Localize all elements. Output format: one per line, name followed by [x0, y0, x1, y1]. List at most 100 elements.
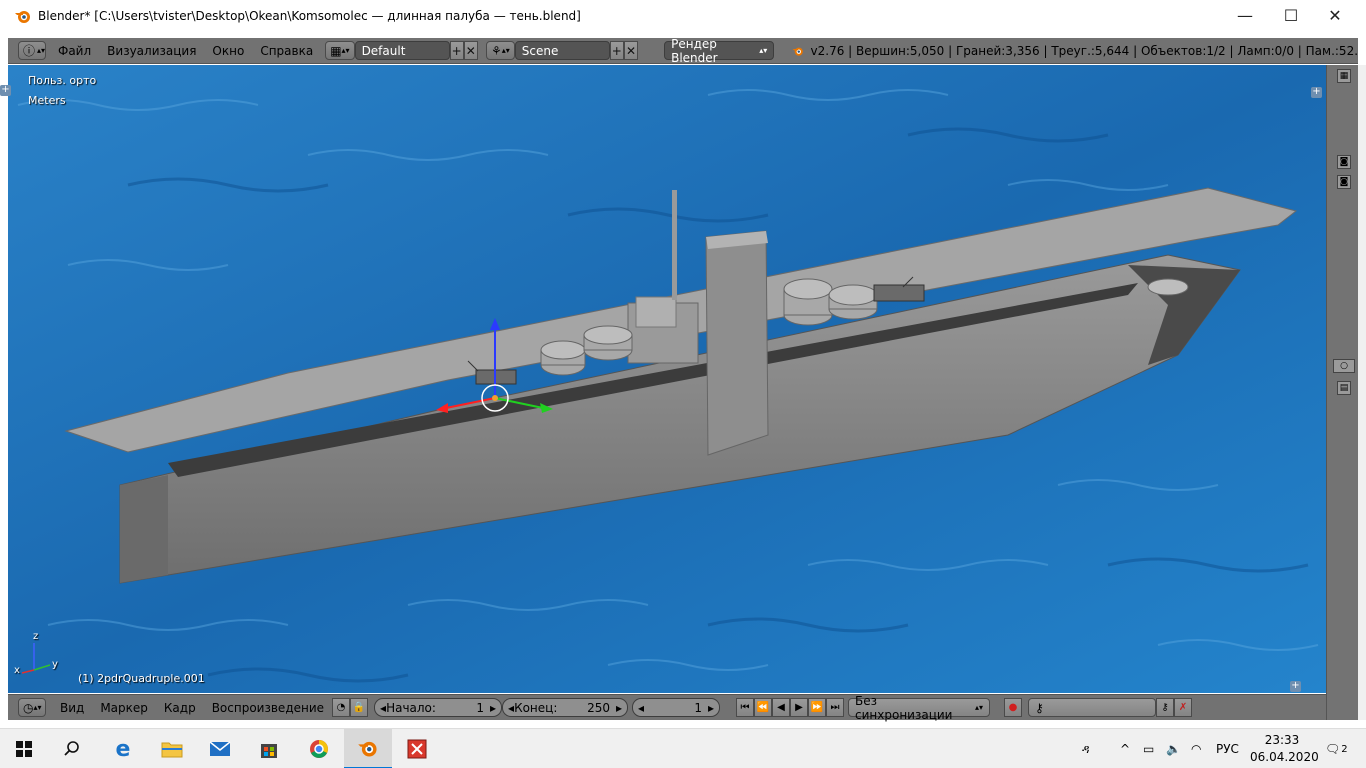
search-button[interactable] — [48, 729, 96, 768]
start-frame-label: Начало: — [386, 700, 436, 715]
preview-range-button[interactable]: ◔ — [332, 698, 351, 717]
menu-render[interactable]: Визуализация — [107, 44, 196, 58]
scene-stats: v2.76 | Вершин:5,050 | Граней:3,356 | Тр… — [810, 43, 1359, 58]
yandex-browser-taskbar-button[interactable] — [295, 729, 343, 768]
current-frame-field[interactable]: ◂ 1 ▸ — [632, 698, 721, 717]
prev-keyframe-icon: ⏪ — [756, 702, 770, 713]
slider-handle[interactable]: ○ — [1333, 359, 1355, 373]
volume-icon[interactable]: 🔈 — [1166, 729, 1181, 768]
folder-icon — [161, 742, 183, 758]
info-icon: ⓘ — [23, 44, 36, 58]
chevron-left-icon: ◂ — [638, 700, 645, 715]
remove-layout-button[interactable]: ✕ — [463, 41, 478, 60]
minimize-button[interactable]: — — [1222, 0, 1268, 31]
timeline-menu-marker[interactable]: Маркер — [100, 701, 148, 715]
close-icon: ✕ — [625, 43, 637, 58]
right-side-panel: ▦ ◙ ◙ ○ ▤ — [1326, 65, 1358, 720]
windows-taskbar: e ዳ ^ ▭ 🔈 ◠ РУС 23:33 06.04.2020 🗨 2 — [0, 728, 1366, 768]
jump-start-button[interactable]: ⏮ — [736, 698, 755, 717]
next-keyframe-button[interactable]: ⏩ — [808, 698, 827, 717]
layout-grid-icon: ▦ — [330, 43, 342, 58]
screen-layout-selector[interactable]: ▦ ▴▾ — [325, 41, 355, 60]
store-taskbar-button[interactable] — [245, 729, 293, 768]
properties-editor-button[interactable]: ▤ — [1337, 381, 1351, 395]
end-frame-field[interactable]: ◂ Конец: 250 ▸ — [502, 698, 629, 717]
keying-set-field[interactable]: ⚷ — [1028, 698, 1157, 717]
clock-date: 06.04.2020 — [1250, 750, 1319, 764]
explorer-taskbar-button[interactable] — [148, 729, 196, 768]
delete-keyframe-button[interactable]: ✗ — [1174, 698, 1193, 717]
people-icon[interactable]: ዳ — [1082, 729, 1090, 768]
language-indicator[interactable]: РУС — [1216, 729, 1239, 768]
start-button[interactable] — [0, 729, 48, 768]
record-icon: ● — [1008, 702, 1018, 713]
editor-type-button[interactable]: ⓘ ▴▾ — [18, 41, 46, 60]
plus-icon: + — [451, 43, 462, 58]
timeline-menu-playback[interactable]: Воспроизведение — [212, 701, 324, 715]
tool-shelf-toggle-button[interactable]: + — [1290, 681, 1301, 692]
axis-z-label: z — [33, 631, 39, 642]
battery-icon[interactable]: ▭ — [1143, 729, 1154, 768]
end-frame-value: 250 — [587, 700, 610, 715]
chevron-updown-icon: ▴▾ — [341, 46, 350, 55]
remove-scene-button[interactable]: ✕ — [623, 41, 639, 60]
jump-end-button[interactable]: ⏭ — [826, 698, 845, 717]
timeline-editor-type-button[interactable]: ◷ ▴▾ — [18, 698, 46, 717]
blender-logo-icon — [15, 10, 30, 23]
start-frame-value: 1 — [476, 700, 484, 715]
timeline-menu-view[interactable]: Вид — [60, 701, 84, 715]
timeline-header: ◷ ▴▾ Вид Маркер Кадр Воспроизведение ◔ 🔒 … — [8, 694, 1326, 722]
image-editor-taskbar-button[interactable] — [393, 729, 441, 768]
close-button[interactable]: ✕ — [1312, 0, 1358, 31]
mail-taskbar-button[interactable] — [196, 729, 244, 768]
timeline-menu-frame[interactable]: Кадр — [164, 701, 196, 715]
windows-logo-icon — [16, 741, 32, 757]
jump-end-icon: ⏭ — [830, 702, 840, 713]
chevron-right-icon: ▸ — [708, 700, 715, 715]
key-icon: ⚷ — [1035, 700, 1044, 715]
camera-icon[interactable]: ◙ — [1337, 155, 1351, 169]
play-button[interactable]: ▶ — [790, 698, 809, 717]
notification-center-button[interactable]: 🗨 2 — [1325, 729, 1348, 768]
chevron-updown-icon: ▴▾ — [501, 46, 510, 55]
add-layout-button[interactable]: + — [449, 41, 464, 60]
render-engine-value: Рендер Blender — [671, 36, 718, 65]
notification-icon: 🗨 — [1325, 742, 1341, 756]
scene-selector[interactable]: ⚘ ▴▾ — [485, 41, 515, 60]
play-reverse-button[interactable]: ◀ — [772, 698, 791, 717]
maximize-button[interactable]: ☐ — [1268, 0, 1314, 31]
tray-expand-icon[interactable]: ^ — [1120, 729, 1130, 768]
menu-window[interactable]: Окно — [212, 44, 244, 58]
scene-icon: ⚘ — [490, 43, 502, 58]
key-insert-icon: ⚷ — [1161, 702, 1169, 713]
toolbar-toggle-button[interactable]: + — [0, 85, 11, 96]
plus-icon: + — [611, 43, 622, 58]
start-frame-field[interactable]: ◂ Начало: 1 ▸ — [374, 698, 503, 717]
blender-taskbar-button[interactable] — [344, 729, 392, 768]
outliner-toggle-button[interactable]: ▦ — [1337, 69, 1351, 83]
menu-help[interactable]: Справка — [260, 44, 313, 58]
scene-name-field[interactable]: Scene — [514, 41, 610, 60]
prev-keyframe-button[interactable]: ⏪ — [754, 698, 773, 717]
edge-taskbar-button[interactable]: e — [99, 729, 147, 768]
next-keyframe-icon: ⏩ — [810, 702, 824, 713]
layout-name-field[interactable]: Default — [354, 41, 450, 60]
lock-icon: 🔒 — [352, 702, 366, 713]
3d-viewport[interactable]: Польз. орто Meters (1) 2pdrQuadruple.001… — [8, 65, 1326, 693]
window-scrollbar[interactable] — [1358, 65, 1366, 720]
sync-mode-dropdown[interactable]: Без синхронизации ▴▾ — [848, 694, 991, 722]
record-button[interactable]: ● — [1004, 698, 1023, 717]
network-icon[interactable]: ◠ — [1191, 729, 1201, 768]
view-mode-label: Польз. орто — [28, 74, 97, 87]
menu-file[interactable]: Файл — [58, 44, 91, 58]
render-engine-dropdown[interactable]: Рендер Blender ▴▾ — [664, 37, 775, 65]
system-clock[interactable]: 23:33 06.04.2020 — [1250, 732, 1319, 766]
add-scene-button[interactable]: + — [609, 41, 624, 60]
insert-keyframe-button[interactable]: ⚷ — [1156, 698, 1175, 717]
clock-time: 23:33 — [1264, 733, 1300, 747]
lock-button[interactable]: 🔒 — [350, 698, 369, 717]
blender-logo-icon — [792, 47, 804, 56]
properties-toggle-button[interactable]: + — [1311, 87, 1322, 98]
chevron-updown-icon: ▴▾ — [759, 46, 768, 55]
camera-icon[interactable]: ◙ — [1337, 175, 1351, 189]
